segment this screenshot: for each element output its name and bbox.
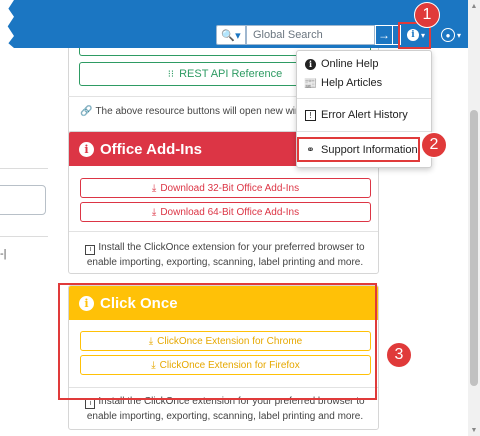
user-menu-button[interactable]: ● ▾ — [438, 24, 464, 46]
callout-1: 1 — [414, 2, 440, 28]
menu-divider — [297, 131, 431, 132]
download-32bit-button[interactable]: ⤓ Download 32-Bit Office Add-Ins — [80, 178, 371, 198]
download-64bit-button[interactable]: ⤓ Download 64-Bit Office Add-Ins — [80, 202, 371, 222]
office-addins-title: Office Add-Ins — [100, 140, 202, 158]
callout-3: 3 — [386, 342, 412, 368]
global-search-input[interactable]: Global Search — [246, 25, 375, 45]
info-square-icon: i — [85, 245, 96, 255]
api-icon: ⁝⁝ — [167, 68, 175, 80]
info-circle-icon: i — [79, 141, 94, 157]
user-circle-icon: ● — [440, 28, 455, 42]
newspaper-icon: 📰 — [303, 77, 318, 90]
search-icon: 🔍▾ — [221, 29, 241, 42]
clickonce-highlight — [58, 283, 377, 400]
menu-item-online-help[interactable]: i Online Help — [305, 58, 378, 70]
scroll-up-arrow[interactable]: ▲ — [468, 0, 480, 12]
left-divider — [0, 236, 48, 237]
link-icon: 🔗 — [80, 106, 93, 117]
left-partial-text: -| — [0, 248, 7, 260]
scroll-down-arrow[interactable]: ▼ — [468, 424, 480, 436]
download-icon: ⤓ — [151, 182, 157, 194]
info-square-icon: i — [85, 399, 96, 409]
office-card-note: i Install the ClickOnce extension for you… — [85, 242, 365, 268]
left-partial-field[interactable] — [0, 185, 46, 215]
menu-item-help-articles[interactable]: 📰 Help Articles — [303, 77, 382, 90]
callout-2: 2 — [421, 132, 447, 158]
alert-box-icon: ! — [305, 109, 316, 121]
download-icon: ⤓ — [151, 206, 157, 218]
scrollbar-thumb[interactable] — [470, 110, 478, 386]
chevron-down-icon: ▾ — [456, 30, 461, 40]
left-divider — [0, 168, 48, 169]
menu-divider — [297, 98, 431, 99]
arrow-right-icon: → — [378, 28, 390, 42]
menu-item-error-alert-history[interactable]: ! Error Alert History — [305, 109, 408, 121]
search-go-button[interactable]: → — [375, 25, 393, 45]
support-information-highlight — [297, 137, 420, 162]
info-circle-icon: i — [305, 58, 316, 70]
search-type-button[interactable]: 🔍▾ — [216, 25, 246, 45]
api-card-note: 🔗 The above resource buttons will open ne… — [80, 106, 301, 117]
office-card-divider — [69, 231, 378, 232]
